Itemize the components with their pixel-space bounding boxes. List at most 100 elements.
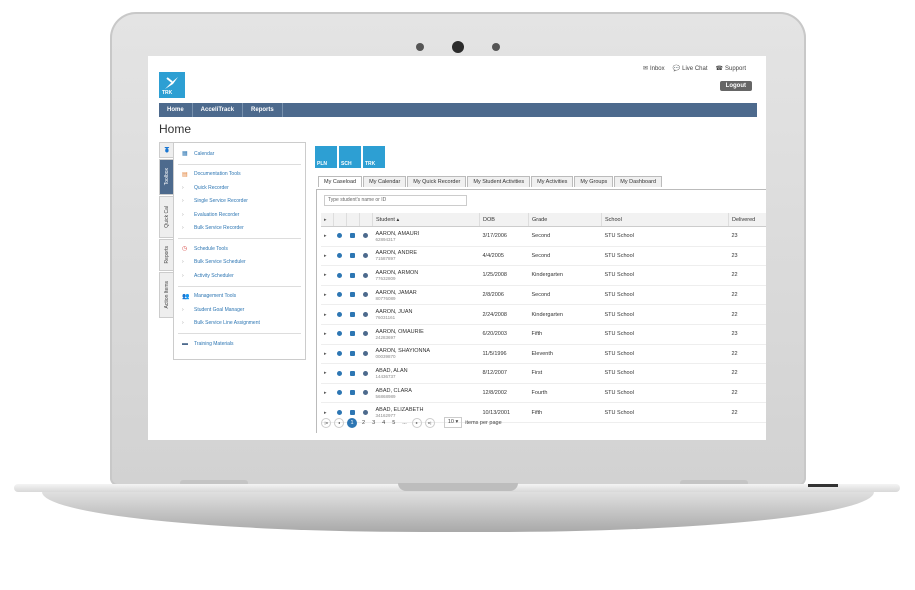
student-cell[interactable]: AARON, JAMAR 80776089 — [372, 285, 480, 306]
expand-row-cell[interactable]: ▸ — [321, 265, 334, 286]
column-header-student[interactable]: Student ▴ — [372, 213, 480, 227]
first-page-button[interactable]: |◂ — [321, 417, 331, 428]
action-cell[interactable] — [359, 383, 373, 404]
toolbox-item[interactable]: › Activity Scheduler — [174, 269, 305, 283]
info-cell[interactable] — [333, 265, 347, 286]
toolbox-schedule[interactable]: ◷ Schedule Tools — [174, 242, 305, 256]
action-cell[interactable] — [359, 226, 373, 247]
table-row[interactable]: ▸ AARON, ANDRE 71587897 4/4/2005 Second STU S… — [321, 246, 766, 267]
last-page-button[interactable]: ▸| — [424, 417, 435, 428]
table-row[interactable]: ▸ AARON, OMAURIE 24283697 6/20/2003 Fifth STU… — [321, 324, 766, 345]
tab-my-groups[interactable]: My Groups — [574, 176, 614, 187]
calendar-cell[interactable] — [346, 363, 360, 384]
student-cell[interactable]: ABAD, CLARA 56868989 — [372, 383, 480, 404]
action-cell[interactable] — [359, 285, 373, 306]
page-more[interactable]: ... — [400, 420, 409, 426]
expand-row-cell[interactable]: ▸ — [321, 324, 334, 345]
expand-row-cell[interactable]: ▸ — [321, 246, 334, 267]
expand-row-cell[interactable]: ▸ — [321, 363, 334, 384]
table-row[interactable]: ▸ ABAD, ALAN 14436737 8/12/2007 First STU Sch… — [321, 363, 766, 384]
page-5[interactable]: 5 — [390, 420, 397, 426]
table-row[interactable]: ▸ AARON, SHAYIONNA 00039870 11/5/1996 Eleven… — [321, 344, 766, 365]
info-cell[interactable] — [333, 363, 347, 384]
column-header-grade[interactable]: Grade — [528, 213, 602, 227]
toolbox-item[interactable]: › Quick Recorder — [174, 181, 305, 195]
student-cell[interactable]: AARON, ANDRE 71587897 — [372, 246, 480, 267]
info-cell[interactable] — [333, 344, 347, 365]
toolbox-item[interactable]: › Bulk Service Scheduler — [174, 256, 305, 270]
tab-my-activities[interactable]: My Activities — [531, 176, 574, 187]
info-cell[interactable] — [333, 285, 347, 306]
info-cell[interactable] — [333, 304, 347, 325]
next-page-button[interactable]: ▸ — [411, 417, 422, 428]
page-3[interactable]: 3 — [370, 420, 377, 426]
calendar-cell[interactable] — [346, 324, 360, 345]
app-pln[interactable]: PLN — [315, 146, 337, 168]
toolbox-item[interactable]: › Evaluation Recorder — [174, 208, 305, 222]
calendar-cell[interactable] — [346, 344, 360, 365]
nav-accelitrack[interactable]: AcceliTrack — [193, 103, 244, 117]
page-2[interactable]: 2 — [360, 420, 367, 426]
table-row[interactable]: ▸ ABAD, CLARA 56868989 12/8/2002 Fourth STU S… — [321, 383, 766, 404]
logout-button[interactable]: Logout — [719, 81, 752, 91]
tab-my-student-activities[interactable]: My Student Activities — [467, 176, 531, 187]
calendar-cell[interactable] — [346, 383, 360, 404]
toolbox-management[interactable]: 👥 Management Tools — [174, 290, 305, 304]
toolbox-item[interactable]: › Student Goal Manager — [174, 303, 305, 317]
action-cell[interactable] — [359, 344, 373, 365]
expand-row-cell[interactable]: ▸ — [321, 285, 334, 306]
tab-my-dashboard[interactable]: My Dashboard — [614, 176, 663, 187]
nav-home[interactable]: Home — [159, 103, 193, 117]
student-cell[interactable]: AARON, JUAN 76031161 — [372, 304, 480, 325]
toolbox-item[interactable]: › Bulk Service Recorder — [174, 222, 305, 236]
nav-reports[interactable]: Reports — [243, 103, 283, 117]
action-cell[interactable] — [359, 246, 373, 267]
inbox-link[interactable]: ✉ Inbox — [643, 65, 665, 73]
page-1[interactable]: 1 — [347, 417, 357, 428]
toolbox-item[interactable]: › Single Service Recorder — [174, 195, 305, 209]
per-page-select[interactable]: 10 ▾ — [443, 417, 463, 428]
info-cell[interactable] — [333, 324, 347, 345]
info-cell[interactable] — [333, 383, 347, 404]
table-row[interactable]: ▸ AARON, ARMON 77632809 1/25/2008 Kindergart… — [321, 265, 766, 286]
app-logo[interactable]: TRK — [159, 72, 185, 98]
tab-my-quick-recorder[interactable]: My Quick Recorder — [407, 176, 467, 187]
toolbox-calendar[interactable]: ▦ Calendar — [174, 147, 305, 161]
student-search-input[interactable]: Type student's name or ID — [324, 195, 467, 206]
info-cell[interactable] — [333, 246, 347, 267]
app-sch[interactable]: SCH — [339, 146, 361, 168]
action-cell[interactable] — [359, 304, 373, 325]
student-cell[interactable]: AARON, OMAURIE 24283697 — [372, 324, 480, 345]
toolbox-documentation[interactable]: ▤ Documentation Tools — [174, 168, 305, 182]
calendar-cell[interactable] — [346, 285, 360, 306]
calendar-cell[interactable] — [346, 265, 360, 286]
tab-my-caseload[interactable]: My Caseload — [318, 176, 363, 187]
expand-all-header[interactable]: ▸ — [321, 213, 334, 227]
toolbox-training[interactable]: ▬ Training Materials — [174, 337, 305, 351]
table-row[interactable]: ▸ AARON, AMAURI 62894317 3/17/2006 Second STU… — [321, 226, 766, 247]
tab-my-calendar[interactable]: My Calendar — [363, 176, 407, 187]
live-chat-link[interactable]: 💬 Live Chat — [673, 65, 708, 73]
page-4[interactable]: 4 — [380, 420, 387, 426]
expand-row-cell[interactable]: ▸ — [321, 226, 334, 247]
expand-row-cell[interactable]: ▸ — [321, 304, 334, 325]
calendar-cell[interactable] — [346, 226, 360, 247]
table-row[interactable]: ▸ AARON, JUAN 76031161 2/24/2008 Kindergarte… — [321, 304, 766, 325]
action-cell[interactable] — [359, 324, 373, 345]
info-cell[interactable] — [333, 226, 347, 247]
column-header-dob[interactable]: DOB — [479, 213, 529, 227]
column-header-delivered[interactable]: Delivered — [728, 213, 766, 227]
column-header-school[interactable]: School — [601, 213, 729, 227]
app-trk[interactable]: TRK — [363, 146, 385, 168]
support-link[interactable]: ☎ Support — [716, 65, 747, 73]
calendar-cell[interactable] — [346, 304, 360, 325]
student-cell[interactable]: AARON, ARMON 77632809 — [372, 265, 480, 286]
toolbox-item[interactable]: › Bulk Service Line Assignment — [174, 317, 305, 331]
calendar-cell[interactable] — [346, 246, 360, 267]
expand-row-cell[interactable]: ▸ — [321, 344, 334, 365]
student-cell[interactable]: ABAD, ALAN 14436737 — [372, 363, 480, 384]
prev-page-button[interactable]: ◂ — [334, 417, 344, 428]
action-cell[interactable] — [359, 363, 373, 384]
expand-row-cell[interactable]: ▸ — [321, 383, 334, 404]
student-cell[interactable]: AARON, SHAYIONNA 00039870 — [372, 344, 480, 365]
